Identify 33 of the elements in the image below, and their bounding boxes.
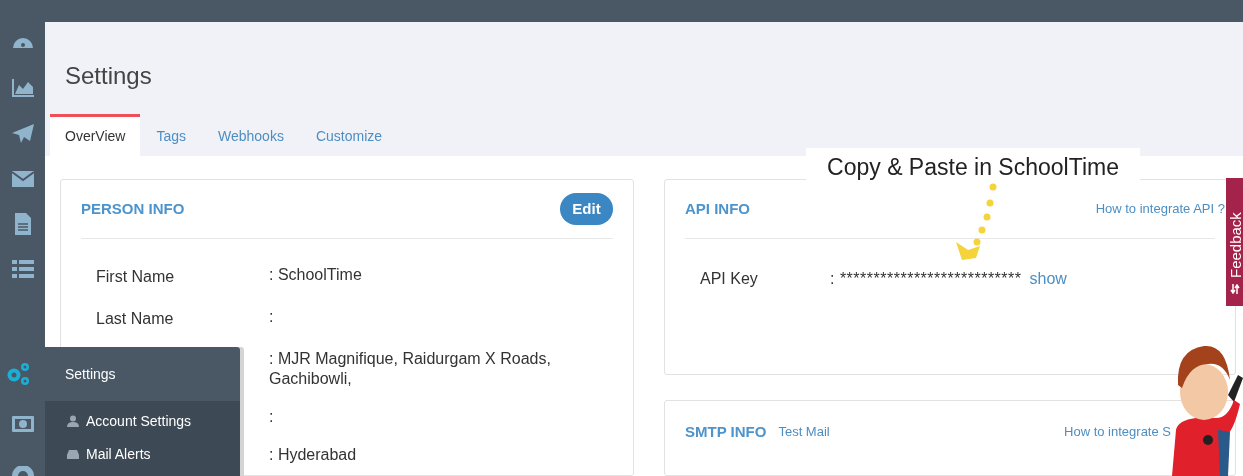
- card-title: API INFO: [685, 198, 750, 219]
- tab[interactable]: Tags: [140, 114, 202, 156]
- card-title: PERSON INFO: [81, 198, 185, 219]
- feedback-tab[interactable]: Feedback: [1226, 178, 1243, 306]
- list-icon[interactable]: [10, 257, 35, 281]
- field-value: :: [269, 407, 275, 427]
- field-value: : SchoolTime: [269, 265, 363, 285]
- page-title: Settings: [64, 61, 153, 91]
- flyout-menu-item[interactable]: Account Settings: [45, 408, 240, 434]
- tab[interactable]: OverView: [50, 114, 141, 156]
- flyout-title: Settings: [65, 364, 116, 384]
- field-label: Last Name: [96, 309, 175, 329]
- user-icon: [67, 415, 79, 427]
- lifebuoy-icon[interactable]: [10, 466, 35, 476]
- field-label: API Key: [700, 269, 759, 289]
- flyout-menu-item[interactable]: Mail Alerts: [45, 441, 240, 467]
- edit-button[interactable]: Edit: [560, 193, 613, 225]
- sort-arrows-icon: [1229, 284, 1240, 294]
- gears-icon: [5, 362, 31, 386]
- field-value: :: [269, 307, 275, 327]
- tab[interactable]: Customize: [299, 114, 399, 156]
- test-mail-link[interactable]: Test Mail: [778, 422, 830, 442]
- integrate-api-link[interactable]: How to integrate API ?: [1095, 199, 1225, 219]
- money-icon: [10, 415, 35, 433]
- field-label: First Name: [96, 267, 176, 287]
- integrate-smtp-link[interactable]: How to integrate S: [1064, 422, 1171, 442]
- show-link[interactable]: show: [1029, 267, 1067, 291]
- field-value: : Hyderabad: [269, 445, 358, 465]
- tab[interactable]: Webhooks: [202, 114, 300, 156]
- inbox-icon: [67, 448, 79, 460]
- card-title: SMTP INFO: [685, 421, 767, 442]
- api-key-value: : ***************************: [830, 269, 1022, 289]
- field-value: : MJR Magnifique, Raidurgam X Roads, Gachibowli,: [269, 349, 552, 389]
